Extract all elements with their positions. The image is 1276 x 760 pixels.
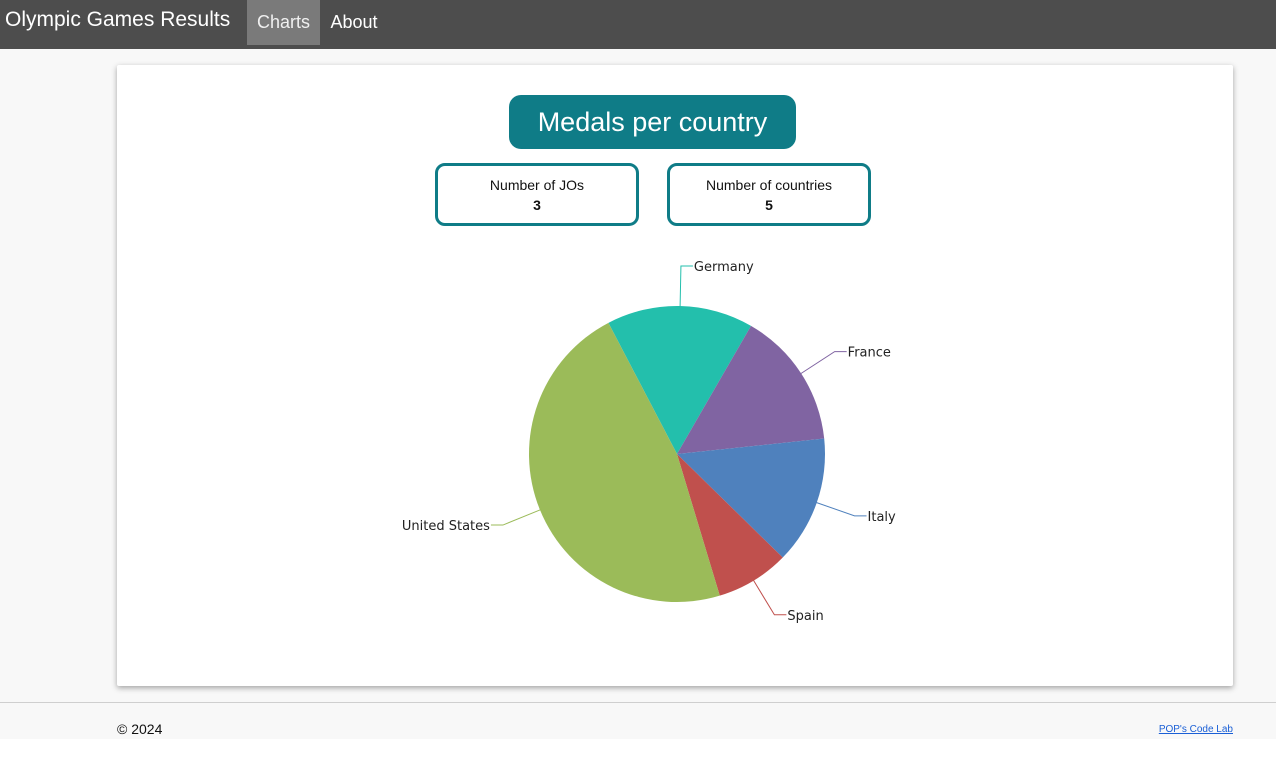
page-bottom [0,739,1276,760]
tab-about[interactable]: About [320,0,388,45]
leader-line [752,578,787,616]
leader-line [490,508,543,526]
navbar: Olympic Games Results Charts About [0,0,1276,49]
footer: © 2024 POP's Code Lab [0,703,1276,739]
leader-line [814,501,867,517]
chart-card: Medals per country Number of JOs 3 Numbe… [117,65,1233,686]
slice-label: France [848,346,891,361]
slice-label: Germany [694,260,754,275]
leader-line [799,351,847,375]
slice-label: Italy [868,510,897,525]
tab-charts[interactable]: Charts [247,0,320,45]
copyright-text: © 2024 [117,721,163,737]
leader-line [679,265,693,309]
pie-chart: Germany France Italy Spain United States [402,260,897,624]
slice-label: Spain [787,609,823,624]
footer-link[interactable]: POP's Code Lab [1159,724,1233,735]
slice-label: United States [402,519,490,534]
app-brand[interactable]: Olympic Games Results [5,6,230,34]
